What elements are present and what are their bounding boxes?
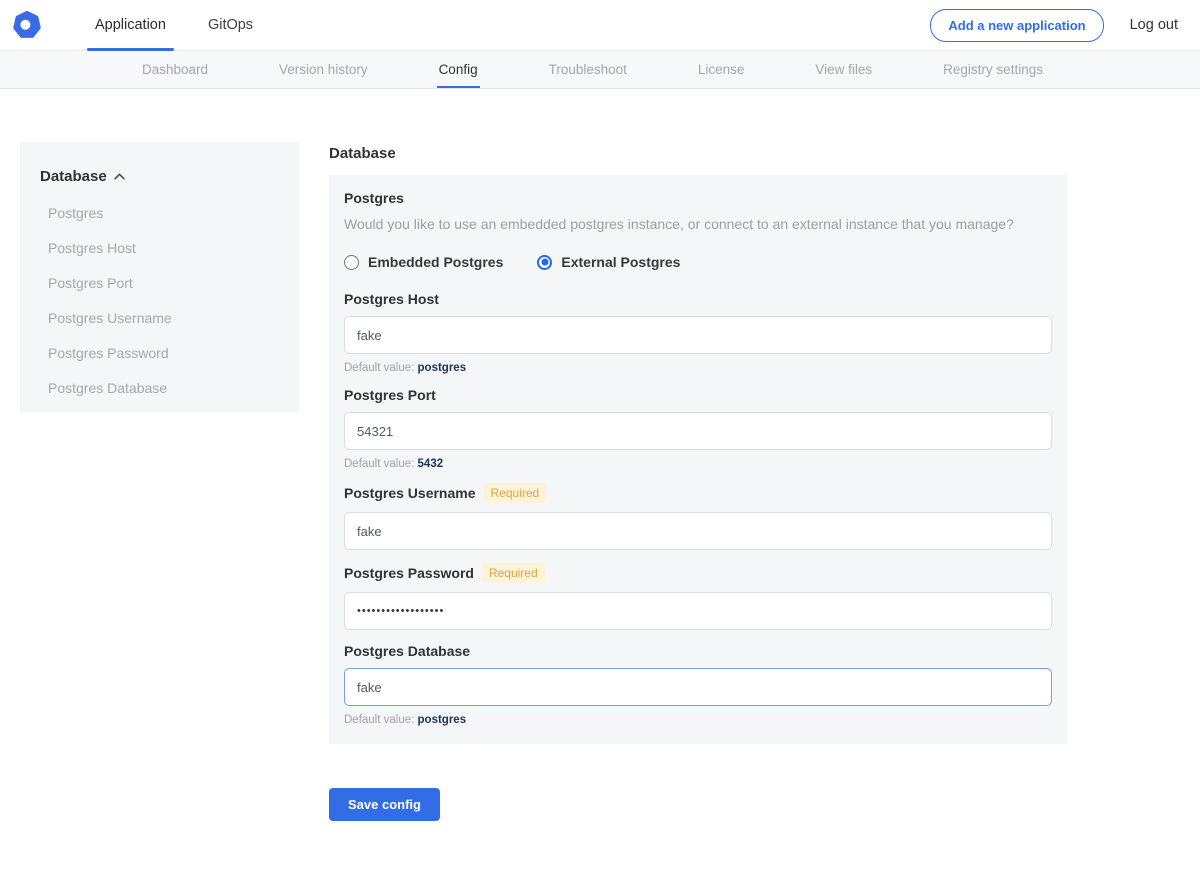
radio-external-postgres-label: External Postgres — [561, 254, 680, 270]
default-label: Default value: — [344, 458, 414, 470]
subnav-tab-troubleshoot[interactable]: Troubleshoot — [547, 51, 629, 88]
default-label: Default value: — [344, 362, 414, 374]
sidebar-item-postgres-host[interactable]: Postgres Host — [40, 241, 279, 255]
postgres-password-label: Postgres Password — [344, 565, 474, 581]
postgres-database-label: Postgres Database — [344, 643, 470, 659]
subnav-tab-license[interactable]: License — [696, 51, 747, 88]
config-main-column: Database Postgres Would you like to use … — [329, 142, 1067, 821]
add-new-application-button[interactable]: Add a new application — [930, 9, 1103, 42]
default-label: Default value: — [344, 714, 414, 726]
required-badge: Required — [484, 483, 547, 503]
subnav-tab-registry-settings[interactable]: Registry settings — [941, 51, 1045, 88]
postgres-password-input[interactable] — [344, 592, 1052, 630]
sidebar-item-postgres-password[interactable]: Postgres Password — [40, 346, 279, 360]
top-tab-application-label: Application — [95, 17, 166, 33]
default-value: postgres — [418, 714, 467, 726]
top-tab-gitops[interactable]: GitOps — [187, 0, 274, 51]
subnav-tab-config-label: Config — [439, 62, 478, 77]
postgres-port-input[interactable] — [344, 412, 1052, 450]
radio-embedded-postgres-label: Embedded Postgres — [368, 254, 503, 270]
postgres-group-label: Postgres — [344, 190, 1052, 206]
subnav-tab-license-label: License — [698, 62, 745, 77]
subnav-tab-view-files[interactable]: View files — [813, 51, 874, 88]
postgres-username-label: Postgres Username — [344, 485, 476, 501]
sidebar-item-postgres[interactable]: Postgres — [40, 206, 279, 220]
radio-embedded-postgres[interactable]: Embedded Postgres — [344, 254, 503, 270]
sidebar-item-postgres-port[interactable]: Postgres Port — [40, 276, 279, 290]
radio-unchecked-icon — [344, 255, 359, 270]
sidebar-item-postgres-database[interactable]: Postgres Database — [40, 381, 279, 395]
field-postgres-username: Postgres Username Required — [344, 483, 1052, 550]
config-group-heading: Database — [329, 145, 1067, 162]
subnav-tab-dashboard-label: Dashboard — [142, 62, 208, 77]
required-badge: Required — [482, 563, 545, 583]
top-tab-application[interactable]: Application — [74, 0, 187, 51]
postgres-host-default-hint: Default value: postgres — [344, 362, 1052, 374]
sidebar-group-database[interactable]: Database — [40, 168, 279, 185]
app-logo-icon — [10, 8, 44, 42]
radio-checked-icon — [537, 255, 552, 270]
postgres-port-default-hint: Default value: 5432 — [344, 458, 1052, 470]
postgres-host-input[interactable] — [344, 316, 1052, 354]
app-sub-navigation: Dashboard Version history Config Trouble… — [0, 51, 1200, 89]
config-page-content: Database Postgres Postgres Host Postgres… — [0, 89, 1200, 821]
field-postgres-database: Postgres Database Default value: postgre… — [344, 643, 1052, 726]
top-tab-gitops-label: GitOps — [208, 17, 253, 33]
postgres-host-label: Postgres Host — [344, 291, 439, 307]
postgres-database-input[interactable] — [344, 668, 1052, 706]
default-value: 5432 — [418, 458, 444, 470]
subnav-tab-version-history-label: Version history — [279, 62, 368, 77]
postgres-group-help-text: Would you like to use an embedded postgr… — [344, 216, 1052, 232]
subnav-tab-view-files-label: View files — [815, 62, 872, 77]
subnav-tab-registry-settings-label: Registry settings — [943, 62, 1043, 77]
subnav-tab-version-history[interactable]: Version history — [277, 51, 370, 88]
postgres-port-label: Postgres Port — [344, 387, 436, 403]
subnav-tab-dashboard[interactable]: Dashboard — [140, 51, 210, 88]
config-sidebar: Database Postgres Postgres Host Postgres… — [20, 142, 299, 412]
field-postgres-host: Postgres Host Default value: postgres — [344, 291, 1052, 374]
postgres-database-default-hint: Default value: postgres — [344, 714, 1052, 726]
sidebar-item-postgres-username[interactable]: Postgres Username — [40, 311, 279, 325]
default-value: postgres — [418, 362, 467, 374]
logout-link[interactable]: Log out — [1130, 17, 1178, 33]
field-postgres-port: Postgres Port Default value: 5432 — [344, 387, 1052, 470]
subnav-tab-troubleshoot-label: Troubleshoot — [549, 62, 627, 77]
subnav-tab-config[interactable]: Config — [437, 51, 480, 88]
sidebar-group-database-label: Database — [40, 168, 107, 185]
chevron-up-icon — [114, 173, 125, 180]
save-config-button[interactable]: Save config — [329, 788, 440, 821]
postgres-username-input[interactable] — [344, 512, 1052, 550]
radio-external-postgres[interactable]: External Postgres — [537, 254, 680, 270]
field-postgres-password: Postgres Password Required — [344, 563, 1052, 630]
database-config-panel: Postgres Would you like to use an embedd… — [329, 175, 1067, 744]
postgres-mode-radio-group: Embedded Postgres External Postgres — [344, 254, 1052, 270]
top-navigation-bar: Application GitOps Add a new application… — [0, 0, 1200, 51]
